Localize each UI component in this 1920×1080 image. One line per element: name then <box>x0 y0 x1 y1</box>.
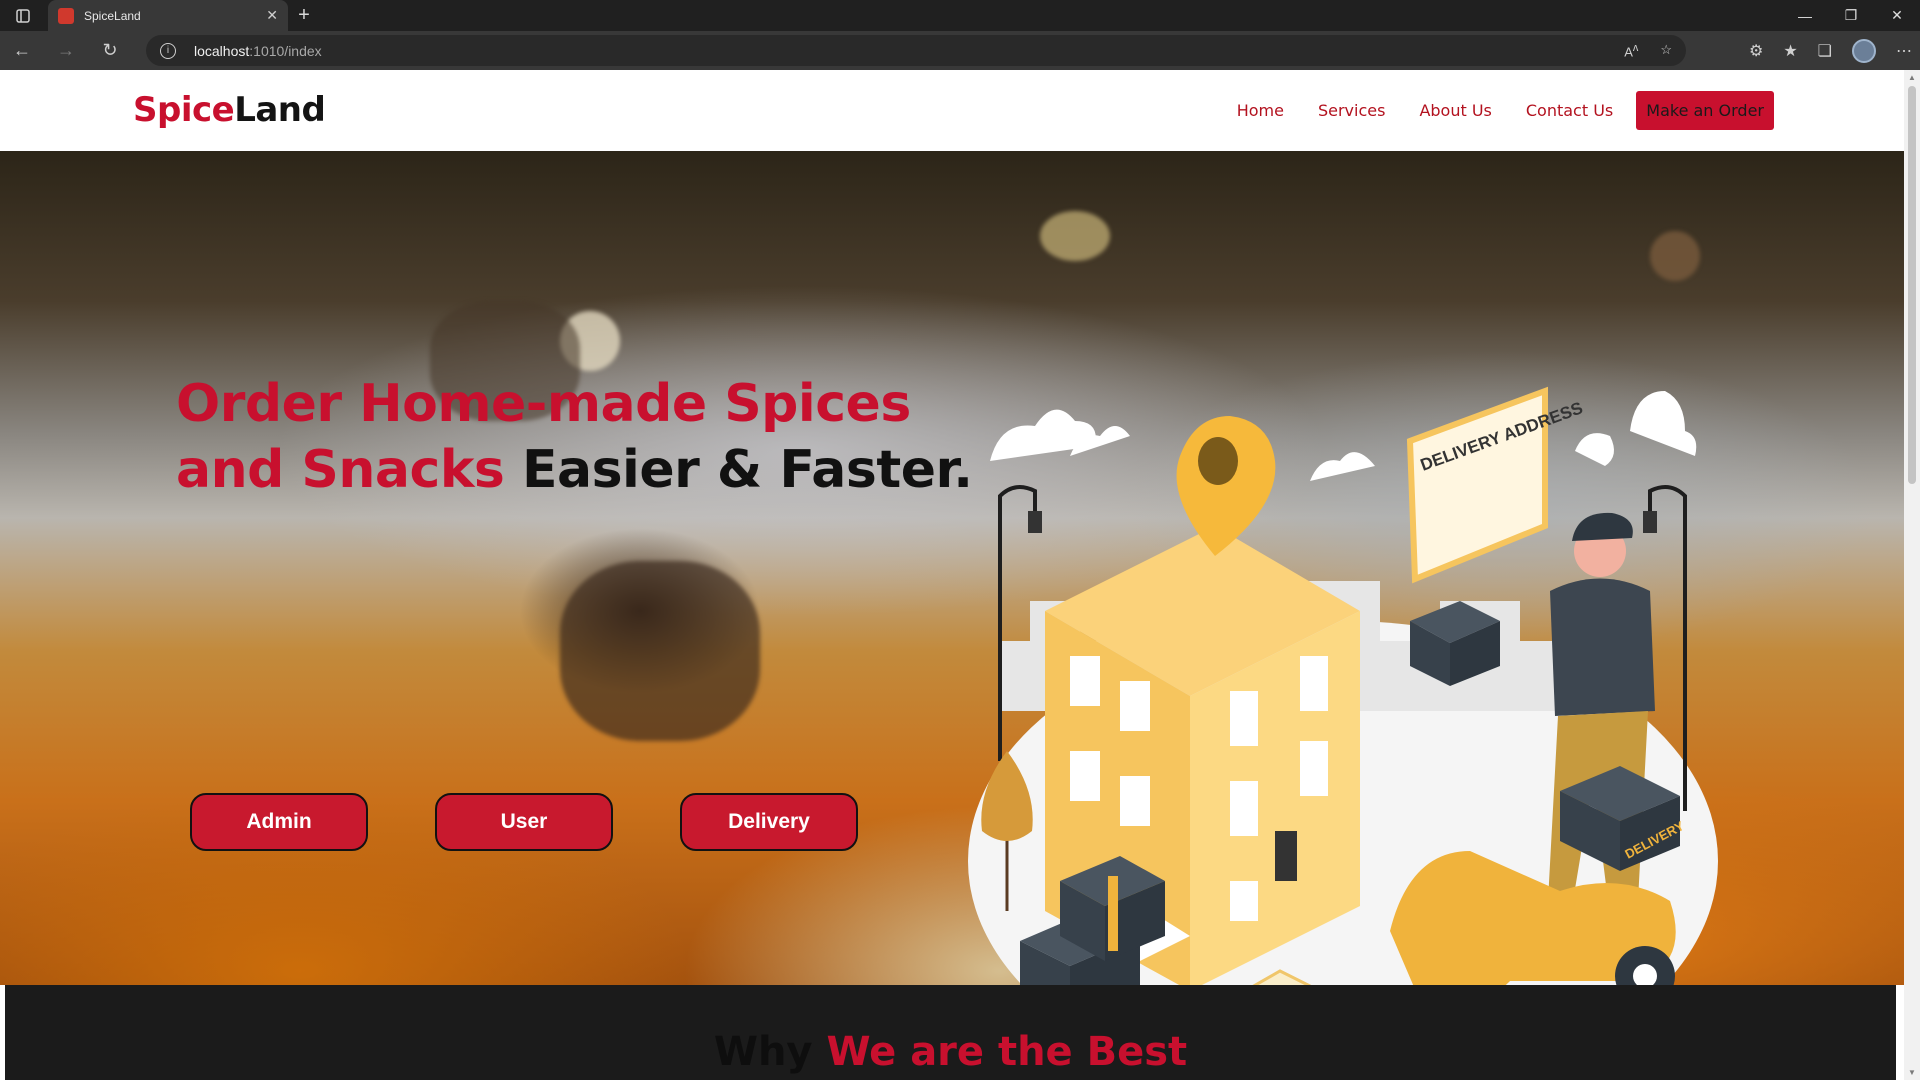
nav-about-us[interactable]: About Us <box>1402 101 1508 120</box>
url-host: localhost <box>194 42 250 59</box>
close-window-icon[interactable]: ✕ <box>1874 0 1920 31</box>
collections-icon[interactable]: ❏ <box>1818 41 1832 61</box>
make-order-button[interactable]: Make an Order <box>1636 91 1774 130</box>
logo-spice: Spice <box>133 90 235 130</box>
cloud-icons <box>990 391 1697 481</box>
bokeh-decoration <box>1650 231 1700 281</box>
hero-heading-line1: Order Home-made Spices <box>176 374 911 434</box>
why-heading-dark: Why <box>713 1029 813 1075</box>
url-field[interactable]: i localhost :1010/index Aʌ ☆ <box>146 35 1686 66</box>
add-favorite-icon[interactable]: ☆ <box>1660 42 1672 59</box>
nav-services[interactable]: Services <box>1301 101 1402 120</box>
close-tab-icon[interactable]: ✕ <box>266 7 278 24</box>
admin-button[interactable]: Admin <box>190 793 368 851</box>
more-menu-icon[interactable]: ⋯ <box>1896 41 1912 61</box>
site-logo[interactable]: SpiceLand <box>133 90 326 130</box>
extensions-icon[interactable]: ⚙ <box>1749 41 1763 61</box>
web-page: SpiceLand Home Services About Us Contact… <box>0 70 1904 1080</box>
hero-section: Order Home-made Spices and Snacks Easier… <box>0 151 1904 985</box>
hero-heading-line2-dark: Easier & Faster. <box>521 440 973 500</box>
site-header: SpiceLand Home Services About Us Contact… <box>0 70 1904 151</box>
bokeh-decoration <box>560 561 760 741</box>
why-heading: Why We are the Best <box>5 1029 1896 1075</box>
scroll-thumb[interactable] <box>1908 86 1916 484</box>
new-tab-icon[interactable]: + <box>288 0 320 31</box>
tab-title: SpiceLand <box>84 8 141 23</box>
address-bar-row: ← → ↻ i localhost :1010/index Aʌ ☆ ⚙ ★ ❏… <box>0 31 1920 70</box>
delivery-illustration: DELIVERY ADDRESS DELIVERY <box>968 386 1718 985</box>
delivery-button[interactable]: Delivery <box>680 793 858 851</box>
why-best-section: Why We are the Best <box>5 985 1896 1080</box>
lamp-left <box>1028 511 1042 533</box>
delivery-address-sign: DELIVERY ADDRESS <box>1406 386 1585 584</box>
restore-icon[interactable]: ❐ <box>1828 0 1874 31</box>
browser-tab[interactable]: SpiceLand ✕ <box>48 0 288 31</box>
reload-icon[interactable]: ↻ <box>88 31 132 70</box>
nav-home[interactable]: Home <box>1220 101 1301 120</box>
lamp-right <box>1643 511 1657 533</box>
browser-tabbar: SpiceLand ✕ + — ❐ ✕ <box>0 0 1920 31</box>
hero-heading: Order Home-made Spices and Snacks Easier… <box>176 371 973 503</box>
user-button[interactable]: User <box>435 793 613 851</box>
read-aloud-icon[interactable]: Aʌ <box>1624 42 1638 59</box>
back-icon[interactable]: ← <box>0 31 44 70</box>
profile-avatar[interactable] <box>1852 38 1876 63</box>
hero-heading-line2-red: and Snacks <box>176 440 505 500</box>
scroll-up-icon[interactable]: ▲ <box>1908 73 1916 82</box>
site-favicon-icon <box>58 7 74 24</box>
site-info-icon[interactable]: i <box>160 42 176 59</box>
location-pin-icon <box>1176 416 1276 556</box>
forward-icon[interactable]: → <box>44 31 88 70</box>
page-scrollbar[interactable]: ▲ ▼ <box>1904 70 1920 1080</box>
tab-actions-icon[interactable] <box>0 0 46 31</box>
why-heading-red: We are the Best <box>826 1029 1188 1075</box>
bokeh-decoration <box>1040 211 1110 261</box>
main-nav: Home Services About Us Contact Us Make a… <box>1220 91 1774 130</box>
favorites-icon[interactable]: ★ <box>1783 41 1797 61</box>
minimize-icon[interactable]: — <box>1782 0 1828 31</box>
scroll-down-icon[interactable]: ▼ <box>1908 1068 1916 1077</box>
url-path: :1010/index <box>249 42 322 59</box>
nav-contact-us[interactable]: Contact Us <box>1509 101 1630 120</box>
logo-land: Land <box>234 90 326 130</box>
